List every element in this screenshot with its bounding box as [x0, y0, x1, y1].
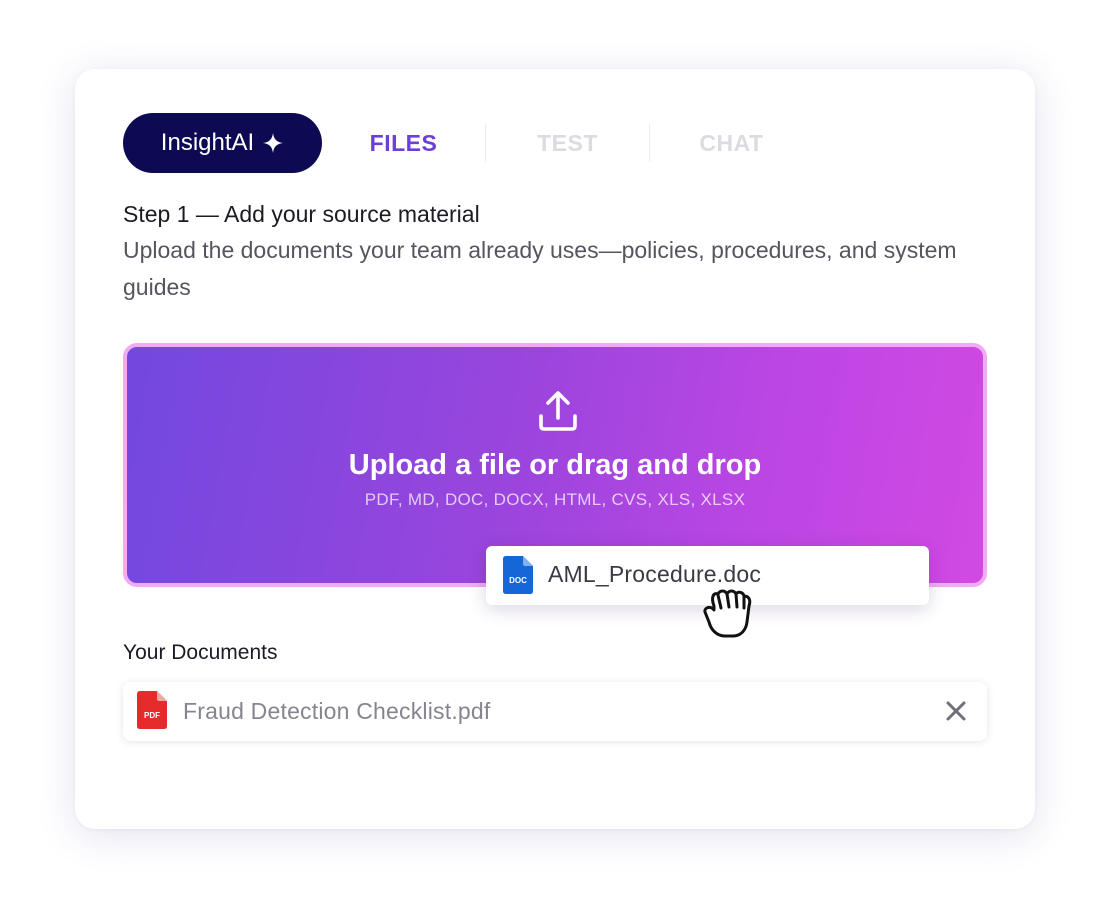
document-name: Fraud Detection Checklist.pdf [183, 698, 491, 724]
documents-label: Your Documents [123, 641, 278, 664]
upload-card: InsightAI FILES TEST CHAT Step 1 — Add y… [75, 69, 1035, 829]
doc-badge: DOC [509, 576, 527, 585]
brand-label: InsightAI [160, 129, 255, 156]
step-description: Upload the documents your team already u… [123, 237, 957, 300]
upload-title: Upload a file or drag and drop [348, 449, 762, 481]
tab-test[interactable]: TEST [486, 130, 649, 157]
close-icon[interactable] [943, 698, 969, 724]
brand-pill[interactable]: InsightAI [123, 113, 322, 173]
pdf-badge: PDF [144, 711, 160, 720]
tab-chat[interactable]: CHAT [650, 130, 813, 157]
tab-files[interactable]: FILES [322, 130, 485, 157]
dragging-file-name: AML_Procedure.doc [548, 561, 762, 587]
sparkle-icon [263, 132, 284, 154]
pdf-file-icon: PDF [137, 691, 167, 729]
doc-file-icon: DOC [503, 556, 533, 594]
tab-bar: InsightAI FILES TEST CHAT [123, 113, 813, 173]
step-title: Step 1 — Add your source material [123, 201, 480, 227]
upload-icon [539, 391, 577, 431]
document-row[interactable]: PDF Fraud Detection Checklist.pdf [123, 682, 987, 741]
upload-formats: PDF, MD, DOC, DOCX, HTML, CVS, XLS, XLSX [364, 490, 746, 509]
grab-hand-icon [703, 589, 752, 638]
